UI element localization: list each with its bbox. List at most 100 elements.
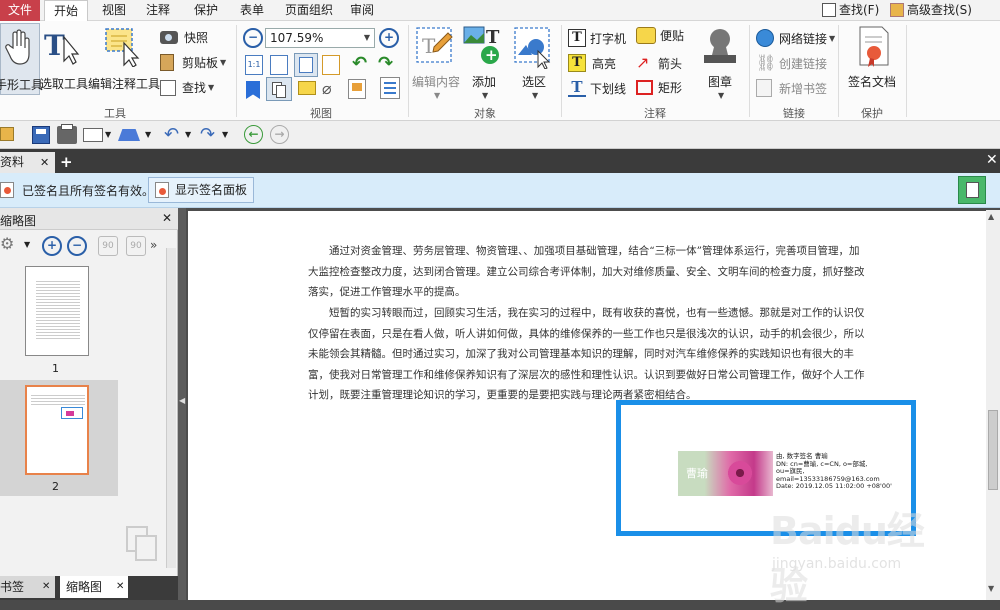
clipboard-icon: [160, 54, 174, 71]
gear-icon[interactable]: ⚙: [0, 234, 14, 253]
fit-width-icon[interactable]: [294, 53, 318, 77]
clipboard-button[interactable]: 剪贴板 ▼: [160, 54, 226, 71]
globe-icon: [756, 29, 774, 47]
baidu-watermark: Baidu经验 jingyan.baidu.com: [770, 500, 960, 608]
scan-icon[interactable]: [118, 129, 140, 141]
layers-icon[interactable]: [348, 79, 366, 99]
document-scrollbar[interactable]: ▲ ▼: [986, 210, 1000, 600]
bookmark-icon[interactable]: [246, 81, 260, 99]
menu-file[interactable]: 文件: [0, 0, 40, 21]
thumb-zoom-out-icon[interactable]: −: [67, 236, 87, 256]
new-tab-icon[interactable]: +: [60, 153, 73, 171]
clipboard-label: 剪贴板: [182, 56, 219, 70]
hand-tool-button[interactable]: 手形工具: [0, 23, 43, 95]
sidebar-scrollbar[interactable]: [166, 248, 176, 568]
comments-panel-icon[interactable]: [298, 81, 316, 95]
quick-access-toolbar: ▼ ▼ ↶ ▼ ↷ ▼ ← →: [0, 121, 1000, 149]
snapshot-button[interactable]: 快照: [160, 29, 208, 46]
rotate-right-icon[interactable]: ↷: [378, 55, 398, 75]
rectangle-button[interactable]: 矩形: [636, 79, 682, 96]
web-link-button[interactable]: 网络链接 ▼: [756, 29, 835, 47]
tab-page-organize[interactable]: 页面组织: [278, 0, 340, 21]
save-icon[interactable]: [32, 126, 50, 144]
arrow-button[interactable]: ↗ 箭头: [636, 54, 682, 72]
tab-protect[interactable]: 保护: [186, 0, 226, 21]
undo-icon[interactable]: ↶: [164, 124, 179, 145]
signature-status-text: 已签名且所有签名有效。: [22, 184, 155, 198]
edit-content-button[interactable]: T 编辑内容 ▼: [412, 25, 460, 103]
sidebar-splitter[interactable]: ◀: [178, 208, 186, 600]
forward-icon[interactable]: →: [270, 125, 289, 144]
chevron-down-icon[interactable]: ▼: [185, 130, 191, 139]
chevron-down-icon[interactable]: ▼: [105, 130, 111, 139]
advanced-search-label: 高级查找(S): [907, 3, 972, 17]
sidebar-header: 缩略图 ✕: [0, 208, 178, 230]
close-document-icon[interactable]: ✕: [986, 152, 998, 168]
attachment-icon[interactable]: ⌀: [322, 79, 338, 99]
search-button[interactable]: 查找(F): [822, 1, 879, 20]
typewriter-button[interactable]: T 打字机: [568, 29, 626, 47]
zoom-in-icon[interactable]: +: [379, 28, 399, 48]
rotate-left-icon[interactable]: ↶: [352, 55, 372, 75]
rectangle-label: 矩形: [658, 81, 683, 95]
zoom-value: 107.59%: [270, 31, 324, 45]
link-icon: ⛓: [756, 53, 777, 72]
tab-view[interactable]: 视图: [94, 0, 134, 21]
more-options-icon[interactable]: »: [150, 238, 157, 252]
close-tab-icon[interactable]: ✕: [116, 576, 124, 598]
advanced-search-button[interactable]: 高级查找(S): [890, 1, 972, 20]
tab-home[interactable]: 开始: [44, 0, 88, 22]
close-tab-icon[interactable]: ✕: [42, 576, 50, 598]
edit-annotation-icon: [105, 28, 140, 67]
close-sidebar-icon[interactable]: ✕: [162, 211, 172, 225]
email-icon[interactable]: [83, 128, 103, 142]
note-button[interactable]: 便贴: [636, 27, 684, 44]
back-icon[interactable]: ←: [244, 125, 263, 144]
links-group-label: 链接: [783, 107, 805, 120]
actual-size-icon[interactable]: 1:1: [245, 55, 263, 75]
rotate-page-left-icon[interactable]: 90: [98, 236, 118, 256]
signature-panel-toggle-icon[interactable]: [958, 176, 986, 204]
fit-visible-icon[interactable]: [322, 55, 340, 75]
sign-document-button[interactable]: 签名文档: [846, 25, 900, 103]
find-button[interactable]: 查找 ▼: [160, 79, 214, 96]
underline-button[interactable]: T 下划线: [568, 79, 626, 97]
scroll-down-icon[interactable]: ▼: [988, 584, 994, 593]
tab-form[interactable]: 表单: [232, 0, 272, 21]
redo-icon[interactable]: ↷: [200, 124, 215, 145]
chevron-down-icon[interactable]: ▼: [145, 130, 151, 139]
pages-panel-icon[interactable]: [266, 77, 292, 101]
fit-page-icon[interactable]: [270, 55, 288, 75]
document-tab[interactable]: 资料 ✕: [0, 152, 55, 173]
print-icon[interactable]: [57, 124, 77, 144]
scroll-thumb[interactable]: [988, 410, 998, 490]
tab-review[interactable]: 审阅: [342, 0, 382, 21]
close-tab-icon[interactable]: ✕: [40, 152, 49, 173]
thumbnail-page-1[interactable]: [25, 266, 89, 356]
create-link-button[interactable]: ⛓ 创建链接: [756, 54, 827, 72]
bookmarks-tab[interactable]: 书签 ✕: [0, 576, 55, 598]
thumbnail-page-2[interactable]: [25, 385, 89, 475]
add-object-button[interactable]: T + 添加 ▼: [462, 25, 508, 103]
edit-annotation-tool-button[interactable]: 编辑注释工具: [88, 25, 160, 95]
show-signature-panel-button[interactable]: 显示签名面板: [148, 177, 255, 203]
chevron-down-icon[interactable]: ▼: [24, 240, 30, 249]
scroll-up-icon[interactable]: ▲: [988, 212, 994, 221]
chevron-down-icon[interactable]: ▼: [222, 130, 228, 139]
zoom-input[interactable]: 107.59% ▼: [265, 28, 375, 48]
stamp-button[interactable]: 图章 ▼: [696, 25, 744, 105]
new-bookmark-button[interactable]: 新增书签: [756, 79, 827, 97]
thumbnails-tab[interactable]: 缩略图 ✕: [60, 576, 128, 598]
zoom-out-icon[interactable]: −: [243, 28, 263, 48]
find-icon: [160, 79, 176, 96]
properties-icon[interactable]: [380, 77, 400, 99]
watermark-brand: Baidu经验: [770, 509, 925, 608]
new-bookmark-label: 新增书签: [779, 81, 828, 96]
highlight-button[interactable]: T 高亮: [568, 54, 616, 72]
thumb-zoom-in-icon[interactable]: +: [42, 236, 62, 256]
select-tool-button[interactable]: T 选取工具: [40, 25, 88, 95]
open-folder-icon[interactable]: [0, 127, 14, 141]
tab-comment[interactable]: 注释: [138, 0, 178, 21]
rotate-page-right-icon[interactable]: 90: [126, 236, 146, 256]
select-area-button[interactable]: 选区 ▼: [512, 25, 558, 103]
